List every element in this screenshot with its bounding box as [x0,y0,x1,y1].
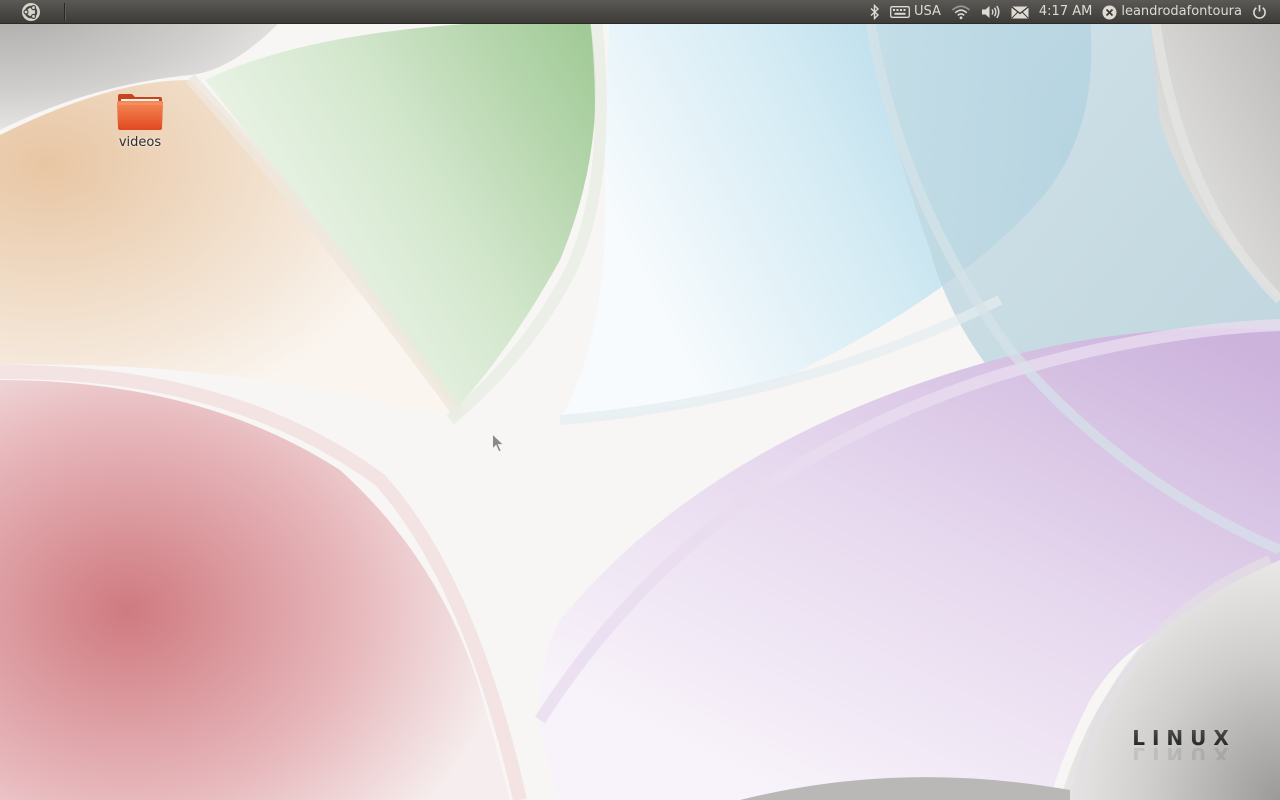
messaging-indicator[interactable] [1006,0,1034,24]
indicator-area: USA 4:17 AM leandrodafontoura [865,0,1272,24]
desktop[interactable]: USA 4:17 AM leandrodafontoura videos LIN… [0,0,1280,800]
top-panel: USA 4:17 AM leandrodafontoura [0,0,1280,24]
linux-logo: LINUX LINUX [1132,726,1236,760]
desktop-icon-videos[interactable]: videos [104,90,176,156]
volume-icon [981,5,1000,19]
sound-indicator[interactable] [976,0,1006,24]
power-icon [1253,5,1266,19]
wallpaper [0,0,1280,800]
dash-home-button[interactable] [20,2,42,22]
bluetooth-icon [870,4,879,20]
keyboard-icon [890,6,910,18]
user-indicator[interactable]: leandrodafontoura [1097,0,1247,24]
folder-icon [117,94,163,130]
ubuntu-logo-icon [22,3,40,21]
desktop-icon-label: videos [118,135,162,150]
network-indicator[interactable] [946,0,976,24]
wifi-icon [951,5,970,20]
user-status-icon [1102,5,1117,19]
clock-label: 4:17 AM [1038,4,1093,19]
envelope-icon [1010,5,1029,19]
session-indicator[interactable] [1247,0,1272,24]
linux-logo-reflection: LINUX [1132,743,1236,760]
clock-indicator[interactable]: 4:17 AM [1034,0,1097,24]
keyboard-layout-label: USA [913,4,941,19]
panel-divider [64,3,66,21]
bluetooth-indicator[interactable] [865,0,885,24]
keyboard-indicator[interactable]: USA [885,0,946,24]
mouse-pointer [492,433,505,453]
username-label: leandrodafontoura [1121,4,1242,19]
